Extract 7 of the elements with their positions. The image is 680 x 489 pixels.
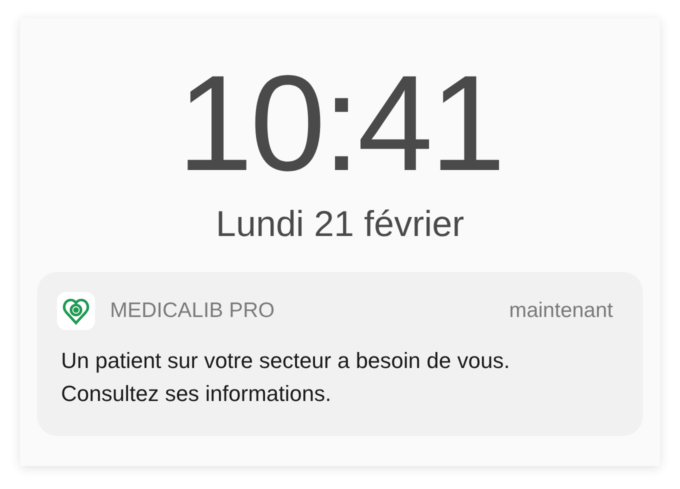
notification-card[interactable]: MEDICALIB PRO maintenant Un patient sur votre secteur a besoin de vous. Consultez ses informations.: [37, 272, 643, 436]
clock-time: 10:41: [177, 48, 503, 198]
clock-date: Lundi 21 février: [216, 202, 464, 246]
notification-time: maintenant: [509, 299, 613, 323]
app-icon: [57, 292, 95, 330]
app-name: MEDICALIB PRO: [110, 299, 276, 323]
notification-message: Un patient sur votre secteur a besoin de vous. Consultez ses informations.: [61, 347, 511, 408]
